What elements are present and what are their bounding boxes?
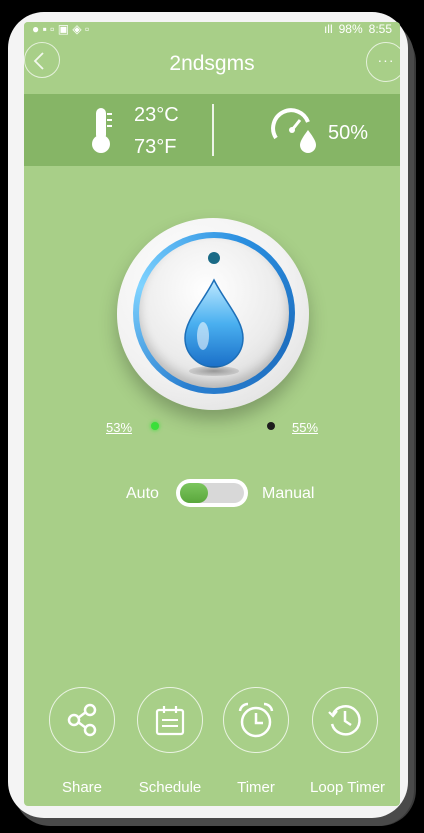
share-button[interactable]: Share — [47, 687, 117, 796]
loop-timer-label: Loop Timer — [310, 779, 386, 796]
humidity-dial[interactable] — [117, 218, 309, 410]
humidity-range-min[interactable]: 53% — [106, 420, 132, 435]
environment-panel: 23°C 73°F 50% — [24, 94, 400, 166]
status-icons-left: ● ▪ ▫ ▣ ◈ ▫ — [32, 22, 90, 36]
timer-circle — [223, 687, 289, 753]
mode-auto-label: Auto — [126, 485, 159, 502]
more-button[interactable]: ··· — [366, 42, 400, 82]
bottom-nav: Share Schedule Timer Loop Timer — [24, 687, 400, 797]
timer-icon — [238, 702, 274, 738]
water-drop-icon — [184, 278, 244, 368]
mode-manual-label: Manual — [262, 485, 315, 502]
device-title: 2ndsgms — [169, 52, 255, 75]
back-icon — [33, 52, 44, 70]
toggle-track — [180, 483, 244, 503]
mode-toggle[interactable] — [176, 479, 248, 507]
dial-face — [139, 238, 289, 388]
more-icon: ··· — [377, 52, 395, 68]
dial-ring — [133, 232, 295, 394]
temperature-celsius: 23°C — [134, 104, 179, 126]
loop-timer-circle — [312, 687, 378, 753]
timer-label: Timer — [237, 779, 275, 796]
clock: 8:55 — [368, 22, 392, 36]
loop-timer-button[interactable]: Loop Timer — [310, 687, 386, 796]
range-max-indicator — [267, 422, 275, 430]
back-button[interactable] — [24, 42, 60, 78]
timer-button[interactable]: Timer — [221, 687, 291, 796]
share-circle — [49, 687, 115, 753]
share-icon — [67, 703, 97, 737]
toggle-knob — [180, 483, 208, 503]
temperature-fahrenheit: 73°F — [134, 136, 177, 158]
schedule-button[interactable]: Schedule — [135, 687, 205, 796]
drop-shadow — [189, 366, 239, 376]
env-divider — [212, 104, 214, 156]
app-screen: ● ▪ ▫ ▣ ◈ ▫ ıll 98% 8:55 2ndsgms ··· 23°… — [24, 22, 400, 806]
humidity-gauge-icon — [271, 108, 316, 153]
status-bar: ● ▪ ▫ ▣ ◈ ▫ ıll 98% 8:55 — [24, 22, 400, 36]
schedule-label: Schedule — [138, 779, 202, 796]
battery-level: 98% — [338, 22, 363, 36]
thermometer-icon — [92, 108, 112, 153]
share-label: Share — [61, 779, 103, 796]
range-min-indicator — [151, 422, 159, 430]
humidity-value: 50% — [328, 122, 369, 144]
app-bar: 2ndsgms ··· — [24, 36, 400, 92]
schedule-circle — [137, 687, 203, 753]
signal-icon: ıll — [323, 22, 333, 36]
humidity-range-max[interactable]: 55% — [292, 420, 318, 435]
dial-indicator — [208, 252, 220, 264]
loop-timer-icon — [328, 705, 361, 736]
schedule-icon — [155, 706, 185, 736]
